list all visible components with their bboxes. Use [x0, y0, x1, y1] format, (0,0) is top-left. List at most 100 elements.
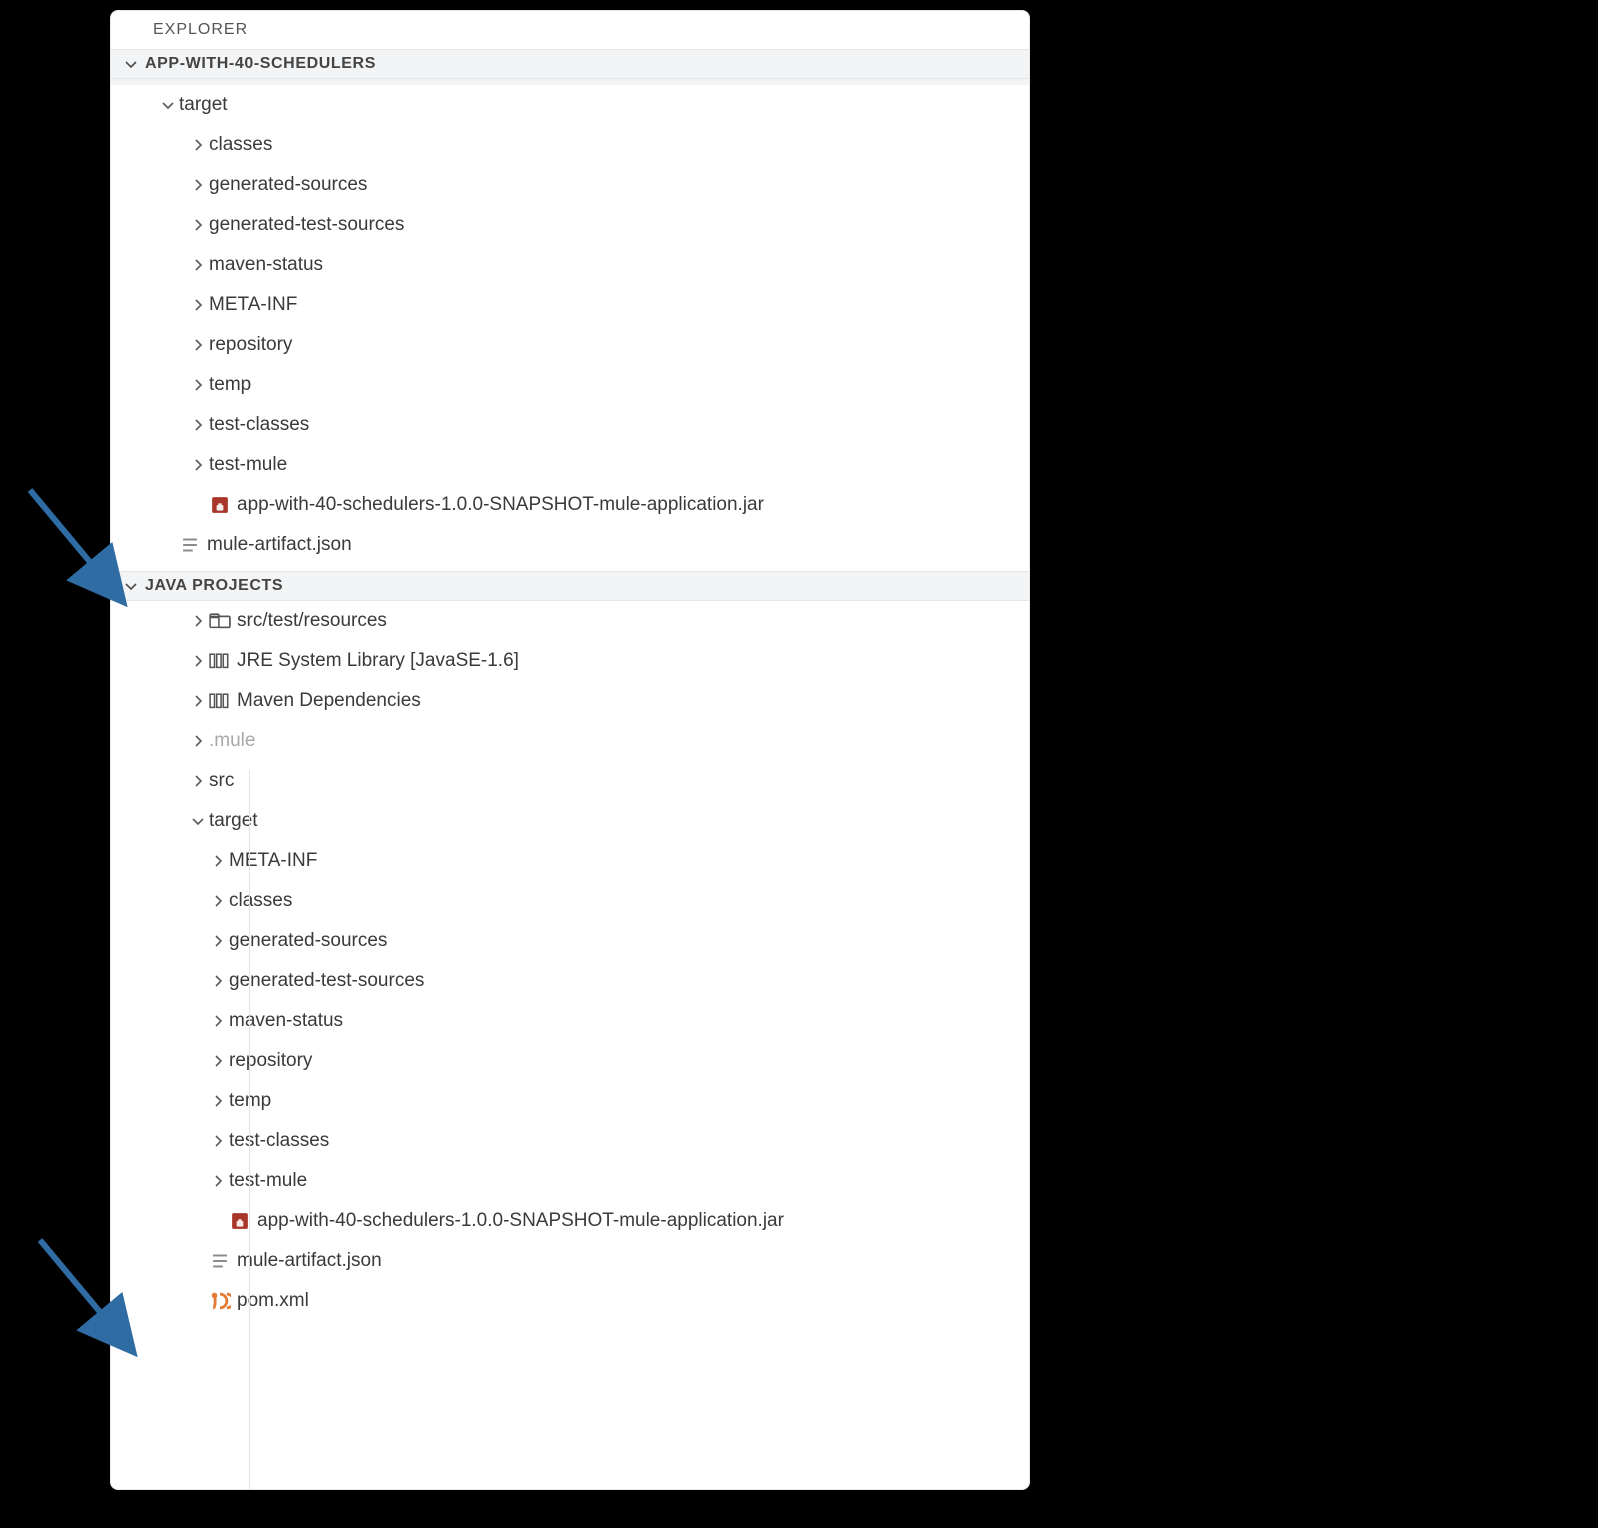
chevron-right-icon[interactable] [207, 1130, 229, 1152]
tree-row-label: META-INF [209, 294, 297, 316]
tree-row[interactable]: test-classes [111, 405, 1029, 445]
tree-row-label: target [209, 810, 258, 832]
section-project-header[interactable]: APP-WITH-40-SCHEDULERS [111, 49, 1029, 79]
jar-icon [229, 1210, 251, 1232]
chevron-right-icon[interactable] [187, 134, 209, 156]
chevron-right-icon[interactable] [207, 1170, 229, 1192]
chevron-right-icon[interactable] [187, 374, 209, 396]
tree-row-label: generated-test-sources [209, 214, 404, 236]
tree-row-label: maven-status [209, 254, 323, 276]
chevron-right-icon[interactable] [187, 174, 209, 196]
tree-row[interactable]: mule-artifact.json [111, 525, 1029, 565]
chevron-down-icon[interactable] [157, 94, 179, 116]
tree-row[interactable]: repository [111, 325, 1029, 365]
tree-row-label: maven-status [229, 1010, 343, 1032]
tree-row-label: app-with-40-schedulers-1.0.0-SNAPSHOT-mu… [257, 1210, 784, 1232]
explorer-tree: target classes generated-sources generated-… [111, 85, 1029, 565]
chevron-right-icon[interactable] [187, 254, 209, 276]
folder-icon [209, 610, 231, 632]
tree-row-label: META-INF [229, 850, 317, 872]
json-icon [209, 1250, 231, 1272]
explorer-panel: EXPLORER APP-WITH-40-SCHEDULERS targetcl… [110, 10, 1030, 1490]
tree-row-label: target [179, 94, 228, 116]
chevron-right-icon[interactable] [187, 414, 209, 436]
twisty-spacer [207, 1210, 229, 1232]
chevron-down-icon [123, 56, 139, 72]
tree-row-label: pom.xml [237, 1290, 309, 1312]
chevron-right-icon[interactable] [207, 970, 229, 992]
section-java-label: JAVA PROJECTS [145, 577, 283, 595]
tree-row[interactable]: generated-sources [111, 921, 1029, 961]
jar-icon [209, 494, 231, 516]
chevron-right-icon[interactable] [187, 730, 209, 752]
tree-row[interactable]: repository [111, 1041, 1029, 1081]
chevron-down-icon[interactable] [187, 810, 209, 832]
tree-row-label: test-mule [209, 454, 287, 476]
tree-row[interactable]: target [111, 801, 1029, 841]
tree-row[interactable]: META-INF [111, 841, 1029, 881]
tree-row-label: generated-test-sources [229, 970, 424, 992]
json-icon [179, 534, 201, 556]
tree-row[interactable]: generated-test-sources [111, 205, 1029, 245]
tree-row[interactable]: mule-artifact.json [111, 1241, 1029, 1281]
tree-row[interactable]: maven-status [111, 245, 1029, 285]
section-project-label: APP-WITH-40-SCHEDULERS [145, 55, 376, 73]
tree-row-label: test-mule [229, 1170, 307, 1192]
tree-row-label: repository [229, 1050, 312, 1072]
tree-row[interactable]: pom.xml [111, 1281, 1029, 1321]
tree-row-label: classes [209, 134, 272, 156]
twisty-spacer [187, 494, 209, 516]
tree-row[interactable]: src [111, 761, 1029, 801]
tree-row[interactable]: test-mule [111, 1161, 1029, 1201]
chevron-right-icon[interactable] [207, 850, 229, 872]
chevron-right-icon[interactable] [187, 770, 209, 792]
tree-row[interactable]: classes [111, 881, 1029, 921]
tree-row-label: .mule [209, 730, 255, 752]
tree-row[interactable]: classes [111, 125, 1029, 165]
java-projects-tree: src/test/resources JRE System Library [Ja… [111, 601, 1029, 1321]
chevron-right-icon[interactable] [187, 690, 209, 712]
chevron-right-icon[interactable] [187, 454, 209, 476]
tree-row[interactable]: maven-status [111, 1001, 1029, 1041]
tree-row[interactable]: temp [111, 1081, 1029, 1121]
tree-row-label: generated-sources [229, 930, 387, 952]
tree-row-label: app-with-40-schedulers-1.0.0-SNAPSHOT-mu… [237, 494, 764, 516]
tree-row[interactable]: temp [111, 365, 1029, 405]
tree-row-label: Maven Dependencies [237, 690, 421, 712]
tree-row[interactable]: Maven Dependencies [111, 681, 1029, 721]
tree-row[interactable]: META-INF [111, 285, 1029, 325]
tree-row-label: JRE System Library [JavaSE-1.6] [237, 650, 519, 672]
tree-row[interactable]: test-mule [111, 445, 1029, 485]
chevron-right-icon[interactable] [187, 214, 209, 236]
tree-row[interactable]: app-with-40-schedulers-1.0.0-SNAPSHOT-mu… [111, 1201, 1029, 1241]
tree-row-label: generated-sources [209, 174, 367, 196]
tree-row[interactable]: src/test/resources [111, 601, 1029, 641]
tree-row-label: src [209, 770, 234, 792]
tree-row-label: temp [229, 1090, 271, 1112]
chevron-down-icon [123, 578, 139, 594]
tree-row[interactable]: .mule [111, 721, 1029, 761]
twisty-spacer [187, 1290, 209, 1312]
chevron-right-icon[interactable] [207, 1050, 229, 1072]
twisty-spacer [157, 534, 179, 556]
chevron-right-icon[interactable] [187, 334, 209, 356]
tree-row[interactable]: test-classes [111, 1121, 1029, 1161]
chevron-right-icon[interactable] [187, 610, 209, 632]
chevron-right-icon[interactable] [187, 650, 209, 672]
tree-row-label: test-classes [229, 1130, 329, 1152]
chevron-right-icon[interactable] [207, 1090, 229, 1112]
tree-row[interactable]: app-with-40-schedulers-1.0.0-SNAPSHOT-mu… [111, 485, 1029, 525]
tree-row-label: repository [209, 334, 292, 356]
tree-row-label: mule-artifact.json [237, 1250, 382, 1272]
chevron-right-icon[interactable] [207, 930, 229, 952]
tree-row[interactable]: generated-sources [111, 165, 1029, 205]
tree-row[interactable]: generated-test-sources [111, 961, 1029, 1001]
tree-row[interactable]: JRE System Library [JavaSE-1.6] [111, 641, 1029, 681]
section-java-header[interactable]: JAVA PROJECTS [111, 571, 1029, 601]
lib-icon [209, 650, 231, 672]
chevron-right-icon[interactable] [207, 890, 229, 912]
chevron-right-icon[interactable] [207, 1010, 229, 1032]
tree-row[interactable]: target [111, 85, 1029, 125]
tree-row-label: mule-artifact.json [207, 534, 352, 556]
chevron-right-icon[interactable] [187, 294, 209, 316]
